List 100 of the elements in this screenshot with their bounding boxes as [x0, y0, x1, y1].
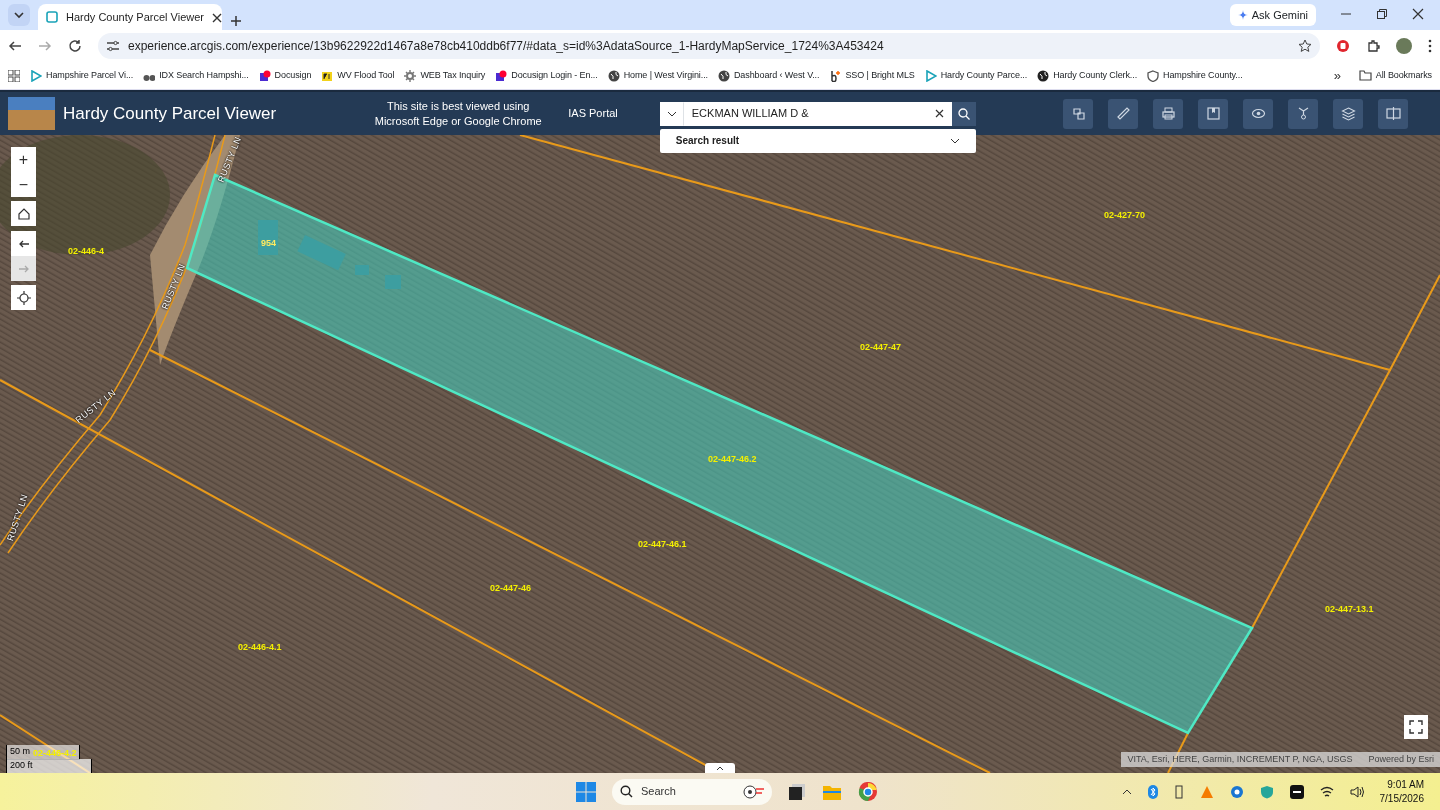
bookmark-link[interactable]: Docusign: [258, 68, 312, 83]
reload-icon[interactable]: [68, 39, 82, 53]
locate-button[interactable]: [11, 285, 36, 310]
chevron-down-icon: [949, 137, 960, 144]
toolbar-button[interactable]: [1153, 98, 1183, 129]
chevron-down-icon: [666, 110, 677, 117]
toolbar-button[interactable]: [1378, 98, 1408, 129]
toolbar-button[interactable]: [1198, 98, 1228, 129]
home-icon: [16, 206, 31, 221]
shield-icon: [1147, 69, 1160, 82]
tab-search-icon[interactable]: [8, 4, 30, 26]
avatar-icon[interactable]: [1396, 38, 1412, 54]
search-icon: [620, 785, 633, 798]
compare-icon: [1385, 106, 1401, 121]
close-icon[interactable]: [211, 12, 222, 23]
search-source-button[interactable]: [659, 101, 684, 126]
windows-icon[interactable]: [576, 781, 596, 802]
bookmark-icon: [1205, 106, 1221, 121]
extension-icon[interactable]: [1336, 39, 1350, 53]
taskbar-clock[interactable]: 9:01 AM 7/15/2026: [1379, 777, 1424, 806]
road-label: RUSTY LN: [4, 492, 31, 543]
logo-icon: [829, 69, 842, 82]
close-icon[interactable]: [1412, 8, 1424, 20]
parcel-label: 02-447-13.1: [1325, 603, 1374, 616]
globe-icon: [607, 69, 620, 82]
eye-icon: [1250, 106, 1266, 121]
puzzle-icon[interactable]: [1366, 39, 1380, 53]
zoom-out-button[interactable]: −: [11, 172, 36, 197]
url-text: experience.arcgis.com/experience/13b9622922d1467a8e78cb410ddb6f77/#data_s=id%3AdataSource_1-HardyMapService_1724%3A453424: [128, 38, 885, 55]
search-result-dropdown[interactable]: Search result: [659, 128, 976, 153]
star-icon[interactable]: [1298, 39, 1312, 53]
wifi-icon[interactable]: [1319, 785, 1334, 798]
toolbar-button[interactable]: [1243, 98, 1273, 129]
toolbar-button[interactable]: [1288, 98, 1318, 129]
toolbar-button[interactable]: [1108, 98, 1138, 129]
circle-icon[interactable]: [1229, 784, 1244, 799]
layers-icon: [1340, 106, 1356, 121]
locate-icon: [16, 290, 31, 305]
bookmark-link[interactable]: Docusign Login - En...: [495, 68, 598, 83]
square-icon: [258, 69, 271, 82]
volume-icon[interactable]: [1349, 785, 1364, 798]
bookmark-link[interactable]: Hardy County Parce...: [924, 68, 1028, 83]
bookmark-link[interactable]: Dashboard ‹ West V...: [717, 68, 820, 83]
search-button[interactable]: [951, 101, 976, 126]
portal-link[interactable]: IAS Portal: [568, 105, 618, 122]
bookmark-link[interactable]: Hampshire Parcel Vi...: [30, 68, 134, 83]
expand-handle[interactable]: [705, 763, 735, 773]
more-bookmarks-button[interactable]: »: [1333, 65, 1341, 86]
tab-title: Hardy County Parcel Viewer: [66, 9, 204, 25]
address-bar[interactable]: experience.arcgis.com/experience/13b9622922d1467a8e78cb410ddb6f77/#data_s=id%3AdataSource_1-HardyMapService_1724%3A453424: [98, 33, 1320, 59]
toolbar-button[interactable]: [1333, 98, 1363, 129]
caret-up-icon: [716, 765, 724, 771]
printer-icon: [1160, 106, 1176, 121]
site-settings-icon[interactable]: [106, 40, 120, 52]
parcel-label: 02-447-46.2: [708, 453, 757, 466]
bookmark-link[interactable]: WV Flood Tool: [321, 68, 395, 83]
browser-notice: This site is best viewed using Microsoft Edge or Google Chrome: [373, 99, 543, 128]
chevron-up-icon[interactable]: [1121, 788, 1132, 795]
all-bookmarks-link[interactable]: All Bookmarks: [1358, 68, 1432, 83]
select-icon: [1070, 106, 1086, 121]
apps-icon[interactable]: [8, 69, 20, 82]
parcel-label: 02-447-46: [490, 582, 532, 595]
building-photo-placeholder: [8, 97, 55, 130]
zoom-in-button[interactable]: +: [11, 147, 36, 172]
bookmark-link[interactable]: Home | West Virgini...: [607, 68, 708, 83]
new-tab-icon[interactable]: [230, 14, 242, 27]
app-icon[interactable]: [1289, 784, 1304, 799]
bookmark-link[interactable]: Hampshire County...: [1147, 68, 1243, 83]
windows-search-box[interactable]: Search: [612, 778, 772, 805]
fullscreen-button[interactable]: [1404, 715, 1428, 739]
search-value: ECKMAN WILLIAM D &: [691, 106, 810, 122]
back-icon[interactable]: [8, 39, 22, 53]
app-title: Hardy County Parcel Viewer: [63, 102, 277, 125]
back-button[interactable]: [11, 231, 36, 256]
toolbar-button[interactable]: [1063, 98, 1093, 129]
bookmark-link[interactable]: Hardy County Clerk...: [1037, 68, 1138, 83]
folder-icon: [1358, 70, 1372, 81]
search-icon: [957, 107, 970, 120]
powered-by-text: Powered by Esri: [1368, 752, 1434, 766]
home-button[interactable]: [11, 201, 36, 226]
parcel-search-field[interactable]: ECKMAN WILLIAM D &: [683, 101, 952, 126]
parcel-label: 02-447-46.1: [638, 538, 687, 551]
browser-tab[interactable]: Hardy County Parcel Viewer: [38, 4, 222, 30]
play-icon: [30, 69, 42, 82]
bookmark-link[interactable]: SSO | Bright MLS: [829, 68, 915, 83]
bookmark-link[interactable]: IDX Search Hampshi...: [143, 68, 249, 83]
parcel-label: 02-427-70: [1104, 209, 1146, 222]
bookmark-link[interactable]: WEB Tax Inquiry: [404, 68, 486, 83]
address-number: 954: [261, 237, 277, 250]
ask-gemini-button[interactable]: Ask Gemini: [1229, 4, 1316, 26]
usb-icon[interactable]: [1173, 784, 1184, 799]
bluetooth-icon[interactable]: [1147, 784, 1158, 799]
attribution-text: VITA, Esri, HERE, Garmin, INCREMENT P, NGA, USGS: [1127, 752, 1353, 766]
clear-icon[interactable]: [934, 109, 944, 118]
chrome-icon[interactable]: [858, 781, 878, 802]
task-view-icon[interactable]: [788, 782, 806, 801]
map-favicon-icon: [46, 11, 58, 23]
menu-icon[interactable]: [1428, 39, 1432, 53]
sparkle-icon: [1237, 10, 1248, 20]
restore-icon[interactable]: [1376, 8, 1388, 20]
